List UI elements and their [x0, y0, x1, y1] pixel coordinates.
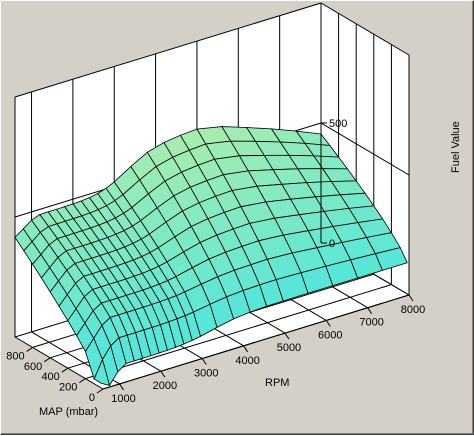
- y-tick-label: 800: [6, 350, 24, 362]
- x-tick-label: 4000: [235, 355, 259, 367]
- y-tick-mark: [61, 367, 69, 373]
- x-tick-mark: [243, 345, 249, 353]
- x-tick-mark: [325, 320, 331, 327]
- x-tick-mark: [367, 307, 373, 314]
- x-tick-label: 3000: [194, 368, 218, 380]
- x-tick-mark: [119, 383, 124, 391]
- y-tick-mark: [43, 357, 51, 363]
- x-tick-label: 7000: [359, 317, 383, 329]
- x-axis-title: RPM: [265, 377, 289, 389]
- x-tick-mark: [201, 358, 207, 365]
- x-tick-mark: [284, 332, 290, 340]
- y-tick-mark: [26, 346, 33, 352]
- x-tick-label: 6000: [318, 329, 342, 341]
- y-axis-title: MAP (mbar): [39, 406, 98, 418]
- x-tick-mark: [160, 370, 166, 378]
- y-tick-mark: [79, 378, 86, 384]
- x-tick-label: 2000: [153, 380, 177, 392]
- surface-plot[interactable]: 10002000300040005000600070008000 0200400…: [1, 1, 474, 436]
- y-tick-mark: [96, 388, 104, 394]
- z-tick-label: 0: [329, 238, 335, 250]
- z-axis-title: Fuel Value: [450, 121, 462, 173]
- x-tick-label: 8000: [401, 304, 425, 316]
- y-tick-label: 600: [24, 361, 42, 373]
- x-tick-mark: [408, 294, 414, 302]
- y-tick-label: 400: [41, 371, 59, 383]
- z-tick-label: 500: [329, 118, 347, 130]
- y-tick-label: 0: [89, 392, 95, 404]
- chart-viewer[interactable]: 1000 2000 3000 4000 5000 6000 7000 8000 0 200 400…: [0, 0, 474, 435]
- x-tick-label: 5000: [277, 342, 301, 354]
- x-tick-label: 1000: [111, 393, 135, 405]
- y-tick-label: 200: [59, 382, 77, 394]
